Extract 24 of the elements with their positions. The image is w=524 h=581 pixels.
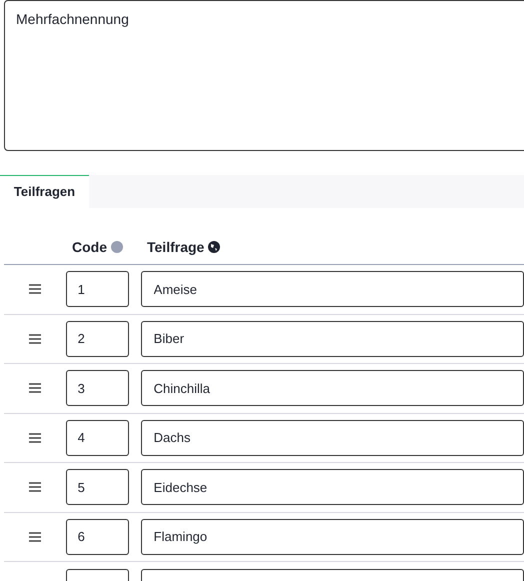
info-icon: [111, 241, 123, 253]
drag-handle-icon[interactable]: [28, 482, 41, 492]
subquestion-field[interactable]: Chinchilla: [140, 370, 524, 406]
drag-handle-icon[interactable]: [28, 532, 41, 542]
code-field[interactable]: 4: [66, 420, 129, 456]
description-field[interactable]: Mehrfachnennung: [4, 0, 524, 151]
tab[interactable]: Teilfragen: [0, 175, 89, 208]
globe-icon: [208, 241, 220, 253]
code-field[interactable]: 3: [66, 370, 129, 406]
subquestion-field[interactable]: Eidechse: [140, 469, 524, 506]
drag-handle-icon[interactable]: [28, 432, 41, 443]
column-header: Teilfrage: [147, 238, 204, 257]
code-field[interactable]: 5: [66, 469, 129, 506]
code-field[interactable]: 6: [66, 518, 129, 555]
subquestion-field[interactable]: Dachs: [140, 420, 524, 456]
column-header: Code: [72, 238, 107, 256]
drag-handle-icon[interactable]: [28, 334, 41, 344]
code-field[interactable]: 2: [66, 320, 129, 357]
subquestion-field[interactable]: Flamingo: [140, 518, 524, 555]
code-field[interactable]: 1: [66, 271, 129, 308]
subquestion-field[interactable]: Biber: [140, 320, 524, 357]
subquestion-field[interactable]: Ameise: [140, 271, 524, 308]
drag-handle-icon[interactable]: [28, 284, 41, 294]
drag-handle-icon[interactable]: [28, 383, 41, 394]
